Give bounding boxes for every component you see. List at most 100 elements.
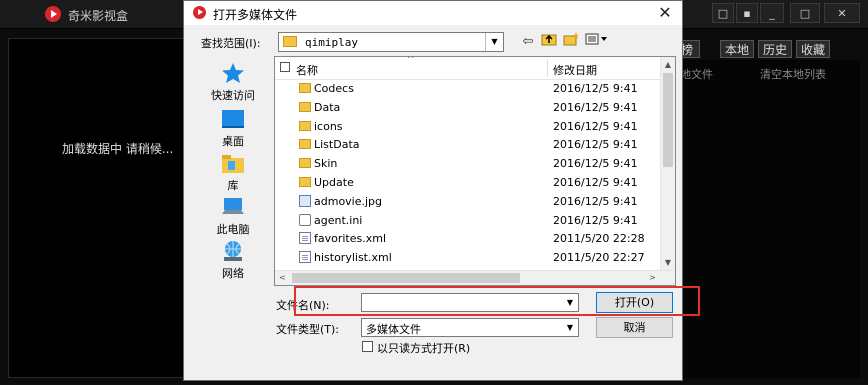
place-network[interactable]: 网络	[200, 237, 266, 281]
file-rows: Codecs 2016/12/5 9:41 Data 2016/12/5 9:41 ic…	[275, 79, 661, 267]
column-name[interactable]: 名称	[296, 62, 318, 78]
file-name: Data	[314, 100, 341, 114]
readonly-checkbox[interactable]	[362, 341, 373, 352]
up-folder-icon[interactable]	[539, 32, 559, 52]
file-list[interactable]: 名称 ^ 修改日期 Codecs 2016/12/5 9:41 Data 2016/1…	[274, 56, 676, 286]
player-maximize-button[interactable]: □	[790, 3, 820, 23]
file-row[interactable]: Data 2016/12/5 9:41	[275, 98, 661, 117]
scroll-down-icon[interactable]: ▼	[661, 255, 675, 270]
tab-history[interactable]: 历史	[758, 40, 792, 58]
file-name: admovie.jpg	[314, 194, 383, 208]
loading-text: 加载数据中 请稍候...	[62, 142, 174, 156]
local-files-label[interactable]: 地文件	[680, 66, 713, 82]
tab-local[interactable]: 本地	[720, 40, 754, 58]
player-menu-icon[interactable]: ▪	[736, 3, 758, 23]
view-menu-icon[interactable]	[584, 32, 610, 52]
app-logo-icon	[193, 6, 206, 19]
place-quick-access[interactable]: 快速访问	[200, 59, 266, 103]
player-logo-icon	[45, 6, 61, 22]
dialog-close-button[interactable]: ✕	[654, 3, 676, 23]
file-date: 2016/12/5 9:41	[553, 138, 638, 152]
chevron-down-icon[interactable]: ▼	[562, 294, 578, 311]
folder-icon	[299, 120, 311, 131]
network-icon	[221, 240, 245, 262]
new-folder-icon[interactable]	[561, 32, 581, 52]
chevron-down-icon[interactable]: ▼	[562, 319, 578, 336]
place-library[interactable]: 库	[200, 149, 266, 193]
filetype-select[interactable]: 多媒体文件	[361, 318, 579, 337]
file-date: 2016/12/5 9:41	[553, 119, 638, 133]
file-name: ListData	[314, 138, 360, 152]
back-arrow-icon[interactable]: ⇦	[518, 32, 538, 52]
computer-icon	[221, 196, 245, 218]
file-row[interactable]: historylist.xml 2011/5/20 22:27	[275, 248, 661, 267]
file-date: 2016/12/5 9:41	[553, 82, 638, 95]
chevron-down-icon[interactable]: ▼	[485, 33, 503, 51]
file-date: 2016/12/5 9:41	[553, 175, 638, 189]
scroll-up-icon[interactable]: ▲	[661, 57, 675, 72]
horizontal-scrollbar[interactable]: < >	[275, 270, 675, 285]
file-date: 2011/5/20 22:28	[553, 232, 645, 246]
file-row[interactable]: Update 2016/12/5 9:41	[275, 173, 661, 192]
look-in-value: qimiplay	[305, 36, 358, 49]
select-all-checkbox[interactable]	[280, 62, 290, 72]
scroll-thumb-horizontal[interactable]	[292, 273, 520, 283]
place-desktop[interactable]: 桌面	[200, 105, 266, 149]
cancel-button[interactable]: 取消	[596, 317, 673, 338]
file-name: icons	[314, 119, 343, 133]
file-name: favorites.xml	[314, 232, 387, 246]
vertical-scrollbar[interactable]: ▲ ▼	[660, 57, 675, 270]
filetype-label: 文件类型(T):	[276, 323, 340, 336]
file-date: 2011/5/20 22:27	[553, 251, 645, 265]
look-in-label: 查找范围(I):	[201, 37, 261, 50]
document-icon	[299, 232, 311, 245]
file-row[interactable]: admovie.jpg 2016/12/5 9:41	[275, 192, 661, 211]
file-list-header: 名称 ^ 修改日期	[275, 57, 661, 80]
places-bar: 快速访问 桌面 库 此电脑 网络	[200, 57, 266, 285]
file-row[interactable]: favorites.xml 2011/5/20 22:28	[275, 229, 661, 248]
image-file-icon	[299, 194, 311, 207]
player-close-button[interactable]: ✕	[824, 3, 860, 23]
column-divider[interactable]	[547, 59, 548, 77]
file-name: Update	[314, 175, 354, 189]
readonly-label: 以只读方式打开(R)	[377, 342, 471, 355]
player-minimize-button[interactable]: _	[760, 3, 784, 23]
look-in-dropdown[interactable]: qimiplay ▼	[278, 32, 504, 52]
file-name: historylist.xml	[314, 251, 392, 265]
folder-icon	[299, 158, 311, 169]
file-name: agent.ini	[314, 213, 363, 227]
folder-icon	[283, 36, 297, 47]
scroll-thumb[interactable]	[663, 73, 673, 167]
file-row[interactable]: ListData 2016/12/5 9:41	[275, 135, 661, 154]
player-mini-icon[interactable]: □	[712, 3, 734, 23]
clear-local-list-link[interactable]: 清空本地列表	[760, 66, 826, 82]
file-date: 2016/12/5 9:41	[553, 157, 638, 171]
folder-icon	[299, 176, 311, 187]
settings-file-icon	[299, 213, 311, 226]
file-row[interactable]: icons 2016/12/5 9:41	[275, 117, 661, 136]
scroll-left-icon[interactable]: <	[275, 271, 290, 285]
tab-favorites[interactable]: 收藏	[796, 40, 830, 58]
desktop-icon	[221, 108, 245, 130]
star-icon	[221, 62, 245, 84]
player-side-tabs: 榜 本地 历史 收藏	[672, 38, 862, 60]
file-name: Codecs	[314, 82, 354, 95]
file-row[interactable]: Skin 2016/12/5 9:41	[275, 154, 661, 173]
folder-icon	[299, 83, 311, 93]
sort-up-icon: ^	[407, 56, 415, 65]
library-icon	[221, 152, 245, 174]
open-file-dialog: 打开多媒体文件 ✕ 查找范围(I): qimiplay ▼ ⇦ 快速访问 桌面	[183, 0, 700, 381]
file-name: Skin	[314, 157, 338, 171]
place-this-pc[interactable]: 此电脑	[200, 193, 266, 237]
file-date: 2016/12/5 9:41	[553, 213, 638, 227]
folder-icon	[299, 139, 311, 150]
open-button[interactable]: 打开(O)	[596, 292, 673, 313]
file-row[interactable]: agent.ini 2016/12/5 9:41	[275, 211, 661, 230]
file-row[interactable]: Codecs 2016/12/5 9:41	[275, 79, 661, 98]
document-icon	[299, 251, 311, 264]
scroll-right-icon[interactable]: >	[645, 271, 660, 285]
filename-input[interactable]	[361, 293, 579, 312]
folder-icon	[299, 101, 311, 112]
column-date[interactable]: 修改日期	[553, 62, 597, 78]
dialog-title: 打开多媒体文件	[213, 8, 298, 22]
